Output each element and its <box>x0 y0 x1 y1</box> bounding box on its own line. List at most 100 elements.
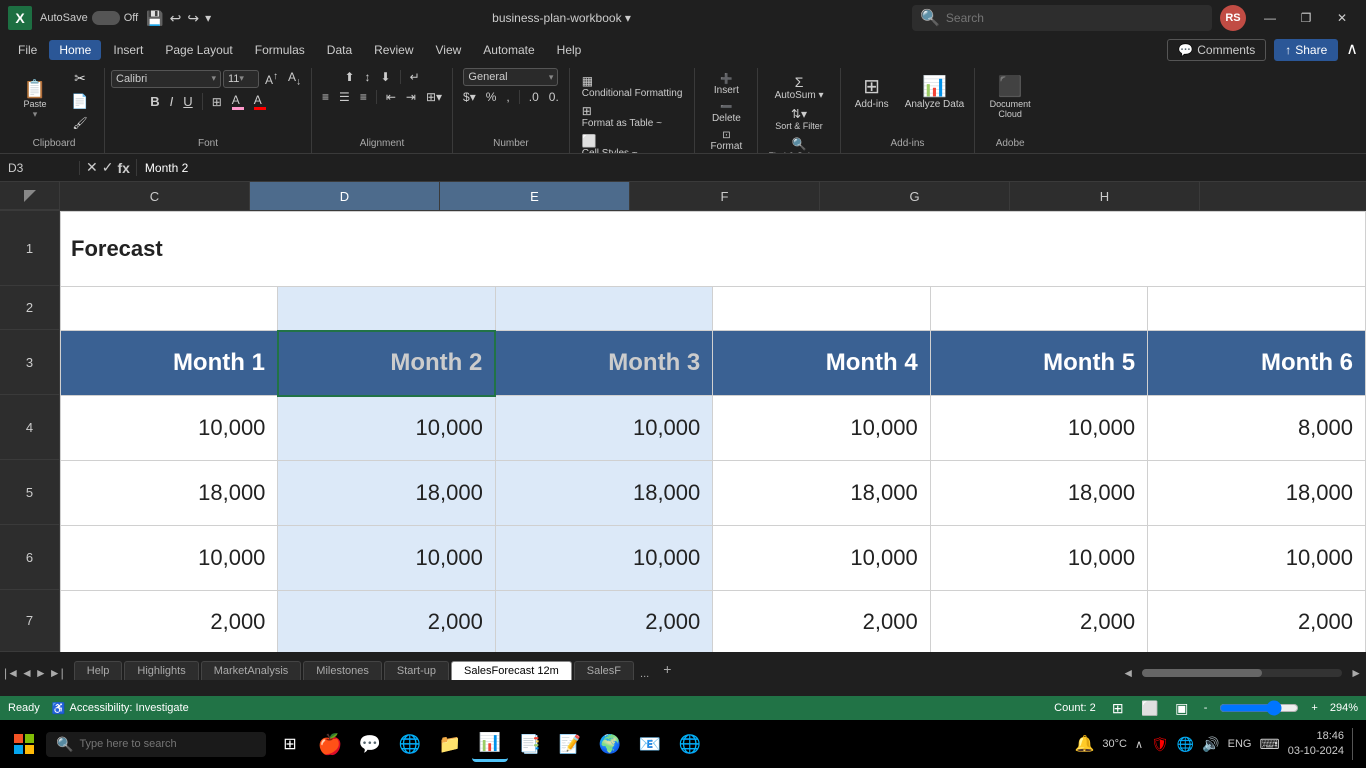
indent-decrease-button[interactable]: ⇤ <box>382 88 400 106</box>
insert-button[interactable]: ➕ Insert <box>701 72 751 98</box>
show-desktop-button[interactable] <box>1352 728 1358 760</box>
row-num-5[interactable]: 5 <box>0 460 59 525</box>
percent-button[interactable]: % <box>482 88 501 106</box>
paste-button[interactable]: 📋 Paste ▾ <box>10 76 60 124</box>
cell-c2[interactable] <box>61 287 278 331</box>
taskbar-search[interactable]: 🔍 <box>46 732 266 757</box>
decimal-decrease-button[interactable]: 0. <box>545 88 563 106</box>
task-view-button[interactable]: ⊞ <box>272 726 308 762</box>
share-button[interactable]: ↑ Share <box>1274 39 1338 61</box>
search-box[interactable]: 🔍 <box>912 5 1212 31</box>
underline-button[interactable]: U <box>179 92 196 111</box>
cell-f5[interactable]: 18,000 <box>713 461 930 526</box>
menu-review[interactable]: Review <box>364 40 423 60</box>
format-painter-button[interactable]: 🖌 <box>62 114 98 132</box>
zoom-slider-plus[interactable]: + <box>1311 702 1317 714</box>
cell-e3[interactable]: Month 3 <box>495 331 712 396</box>
cell-d7[interactable]: 2,000 <box>278 591 495 653</box>
comma-button[interactable]: , <box>502 88 513 106</box>
decimal-increase-button[interactable]: .0 <box>525 88 543 106</box>
col-header-c[interactable]: C <box>60 182 250 210</box>
col-header-g[interactable]: G <box>820 182 1010 210</box>
cell-h7[interactable]: 2,000 <box>1148 591 1366 653</box>
cut-button[interactable]: ✂ <box>62 68 98 89</box>
cell-c5[interactable]: 18,000 <box>61 461 278 526</box>
notification-icon[interactable]: 🔔 <box>1074 734 1094 754</box>
font-shrink-button[interactable]: A↓ <box>284 68 305 89</box>
accessibility-status[interactable]: ♿ Accessibility: Investigate <box>52 702 189 715</box>
col-header-e[interactable]: E <box>440 182 630 210</box>
cell-d6[interactable]: 10,000 <box>278 526 495 591</box>
search-input[interactable] <box>946 11 1204 25</box>
cell-c1[interactable]: Forecast <box>61 212 1366 287</box>
outlook-button[interactable]: 📧 <box>632 726 668 762</box>
cell-g4[interactable]: 10,000 <box>930 396 1147 461</box>
menu-data[interactable]: Data <box>317 40 362 60</box>
sheet-scroll-right[interactable]: ► <box>1350 666 1362 680</box>
edge2-button[interactable]: 🌐 <box>672 726 708 762</box>
font-color-button[interactable]: A <box>250 91 270 112</box>
cell-c3[interactable]: Month 1 <box>61 331 278 396</box>
tab-market-analysis[interactable]: MarketAnalysis <box>201 661 302 680</box>
ribbon-collapse-button[interactable]: ∧ <box>1346 39 1358 61</box>
tab-milestones[interactable]: Milestones <box>303 661 382 680</box>
zoom-slider[interactable] <box>1219 700 1299 716</box>
col-header-h[interactable]: H <box>1010 182 1200 210</box>
number-format-dropdown[interactable]: General ▾ <box>463 68 558 86</box>
cell-g3[interactable]: Month 5 <box>930 331 1147 396</box>
align-center-button[interactable]: ☰ <box>335 88 354 106</box>
format-button[interactable]: ⊡ Format <box>701 128 751 154</box>
delete-button[interactable]: ➖ Delete <box>701 100 751 126</box>
add-sheet-button[interactable]: + <box>655 658 679 680</box>
redo-icon[interactable]: ↪ <box>187 10 199 27</box>
font-grow-button[interactable]: A↑ <box>261 69 282 89</box>
cell-f7[interactable]: 2,000 <box>713 591 930 653</box>
comments-button[interactable]: 💬 Comments <box>1167 39 1266 61</box>
formula-input[interactable] <box>137 161 1366 175</box>
document-cloud-button[interactable]: ⬛ Document Cloud <box>981 72 1039 121</box>
cell-f4[interactable]: 10,000 <box>713 396 930 461</box>
copy-button[interactable]: 📄 <box>62 91 98 112</box>
chrome-button[interactable]: 🌍 <box>592 726 628 762</box>
autosum-button[interactable]: Σ AutoSum ▾ <box>764 72 833 103</box>
row-num-2[interactable]: 2 <box>0 286 59 330</box>
cell-f3[interactable]: Month 4 <box>713 331 930 396</box>
align-bottom-button[interactable]: ⬇ <box>377 68 395 86</box>
find-select-button[interactable]: 🔍 Find & Select ~ <box>764 135 833 154</box>
row-num-1[interactable]: 1 <box>0 211 59 286</box>
font-size-dropdown[interactable]: 11 ▾ <box>223 70 259 88</box>
formula-cancel-icon[interactable]: ✕ <box>86 159 98 176</box>
addins-button[interactable]: ⊞ Add-ins <box>847 72 897 112</box>
tab-help[interactable]: Help <box>74 661 123 680</box>
zoom-level[interactable]: 294% <box>1330 702 1358 714</box>
fill-color-button[interactable]: A <box>228 91 248 112</box>
sheet-nav-next[interactable]: ► <box>35 666 47 680</box>
zoom-slider-minus[interactable]: - <box>1204 702 1208 714</box>
row-num-6[interactable]: 6 <box>0 525 59 590</box>
close-button[interactable]: ✕ <box>1326 6 1358 30</box>
cell-g5[interactable]: 18,000 <box>930 461 1147 526</box>
sheet-overflow[interactable]: ... <box>636 668 653 680</box>
tab-salesf[interactable]: SalesF <box>574 661 634 680</box>
autosave-toggle[interactable] <box>92 11 120 25</box>
cell-h3[interactable]: Month 6 <box>1148 331 1366 396</box>
accounting-button[interactable]: $▾ <box>459 88 480 106</box>
filename-dropdown-icon[interactable]: ▾ <box>625 11 631 25</box>
sheet-scroll-left[interactable]: ◄ <box>1122 666 1134 680</box>
col-header-f[interactable]: F <box>630 182 820 210</box>
cell-reference[interactable]: D3 <box>0 161 80 175</box>
minimize-button[interactable]: — <box>1254 6 1286 30</box>
cell-h5[interactable]: 18,000 <box>1148 461 1366 526</box>
sheet-nav-prev[interactable]: ◄ <box>21 666 33 680</box>
start-button[interactable] <box>8 728 40 760</box>
row-num-7[interactable]: 7 <box>0 590 59 652</box>
normal-view-button[interactable]: ⊞ <box>1108 698 1128 718</box>
bold-button[interactable]: B <box>146 92 163 111</box>
powerpoint-button[interactable]: 📑 <box>512 726 548 762</box>
cell-g2[interactable] <box>930 287 1147 331</box>
undo-icon[interactable]: ↩ <box>170 10 182 27</box>
menu-help[interactable]: Help <box>547 40 592 60</box>
cell-g7[interactable]: 2,000 <box>930 591 1147 653</box>
cell-styles-button[interactable]: ⬜ Cell Styles ~ <box>576 132 689 154</box>
tab-highlights[interactable]: Highlights <box>124 661 198 680</box>
